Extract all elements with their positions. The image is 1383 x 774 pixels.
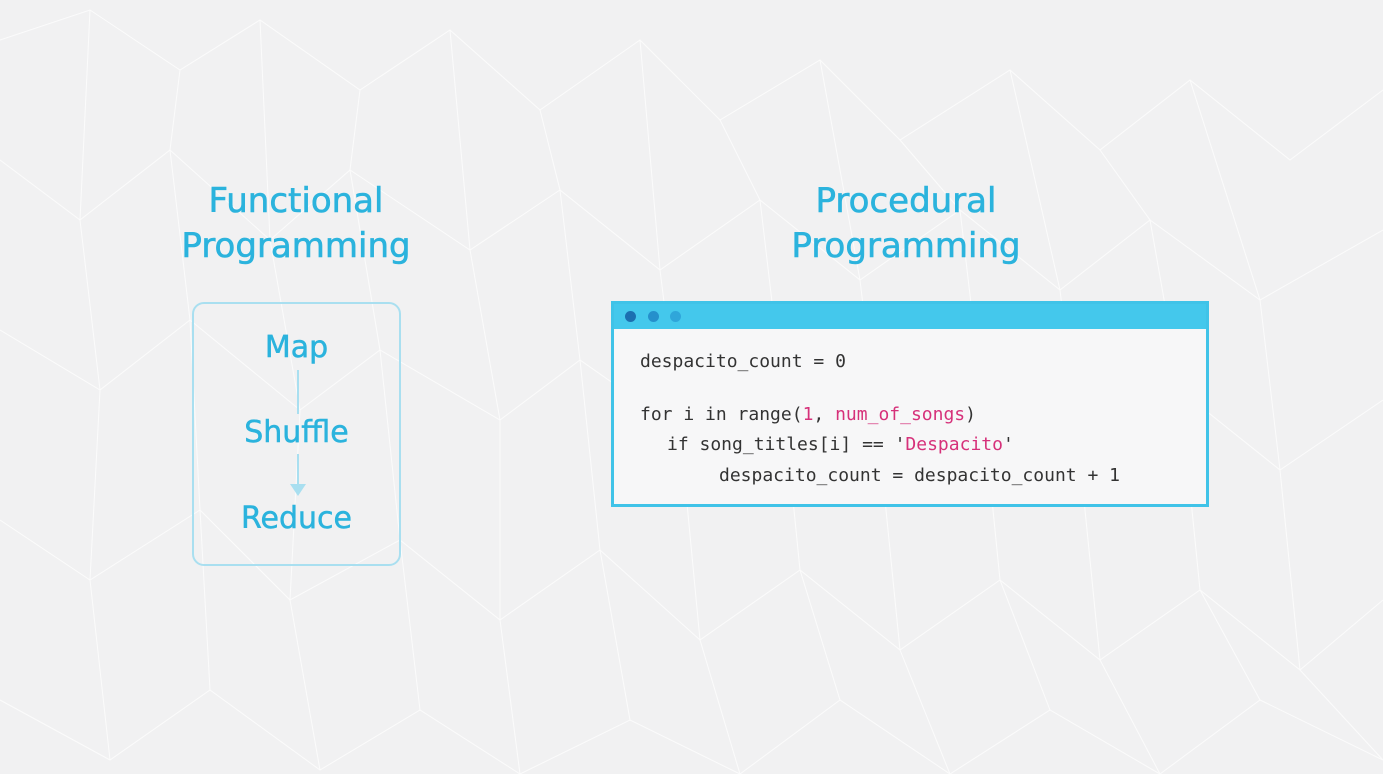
arrow-down-icon (290, 484, 306, 496)
shuffle-step: Shuffle (244, 415, 349, 451)
code-line: despacito_count = 0 (640, 351, 846, 372)
map-step: Map (264, 330, 329, 366)
window-dot-icon (670, 311, 681, 322)
code-line: if song_titles[i] == 'Despacito' (667, 433, 1014, 457)
code-token: ) (965, 404, 976, 425)
functional-heading-line-2: Programming (181, 226, 411, 267)
flow-connector (297, 370, 299, 414)
code-token: if song_titles[i] == ' (667, 434, 906, 455)
code-token: for i in range( (640, 404, 803, 425)
window-dot-icon (625, 311, 636, 322)
flow-connector (297, 454, 299, 484)
functional-programming-heading: Functional Programming (146, 179, 446, 269)
procedural-programming-heading: Procedural Programming (756, 179, 1056, 269)
window-title-bar (614, 304, 1206, 329)
procedural-heading-line-2: Programming (791, 226, 1021, 267)
code-string-token: Despacito (905, 434, 1003, 455)
code-line: despacito_count = despacito_count + 1 (719, 465, 1120, 486)
code-window: despacito_count = 0 for i in range(1, nu… (611, 301, 1209, 507)
code-number-token: 1 (802, 404, 814, 425)
code-variable-token: num_of_songs (835, 404, 966, 425)
code-token: , (813, 404, 836, 425)
mapreduce-flow-box: Map Shuffle Reduce (192, 302, 401, 566)
procedural-heading-line-1: Procedural (815, 181, 997, 222)
window-dot-icon (648, 311, 659, 322)
code-token: ' (1002, 434, 1014, 455)
reduce-step: Reduce (241, 501, 352, 537)
functional-heading-line-1: Functional (208, 181, 384, 222)
code-line: for i in range(1, num_of_songs) (640, 403, 976, 427)
